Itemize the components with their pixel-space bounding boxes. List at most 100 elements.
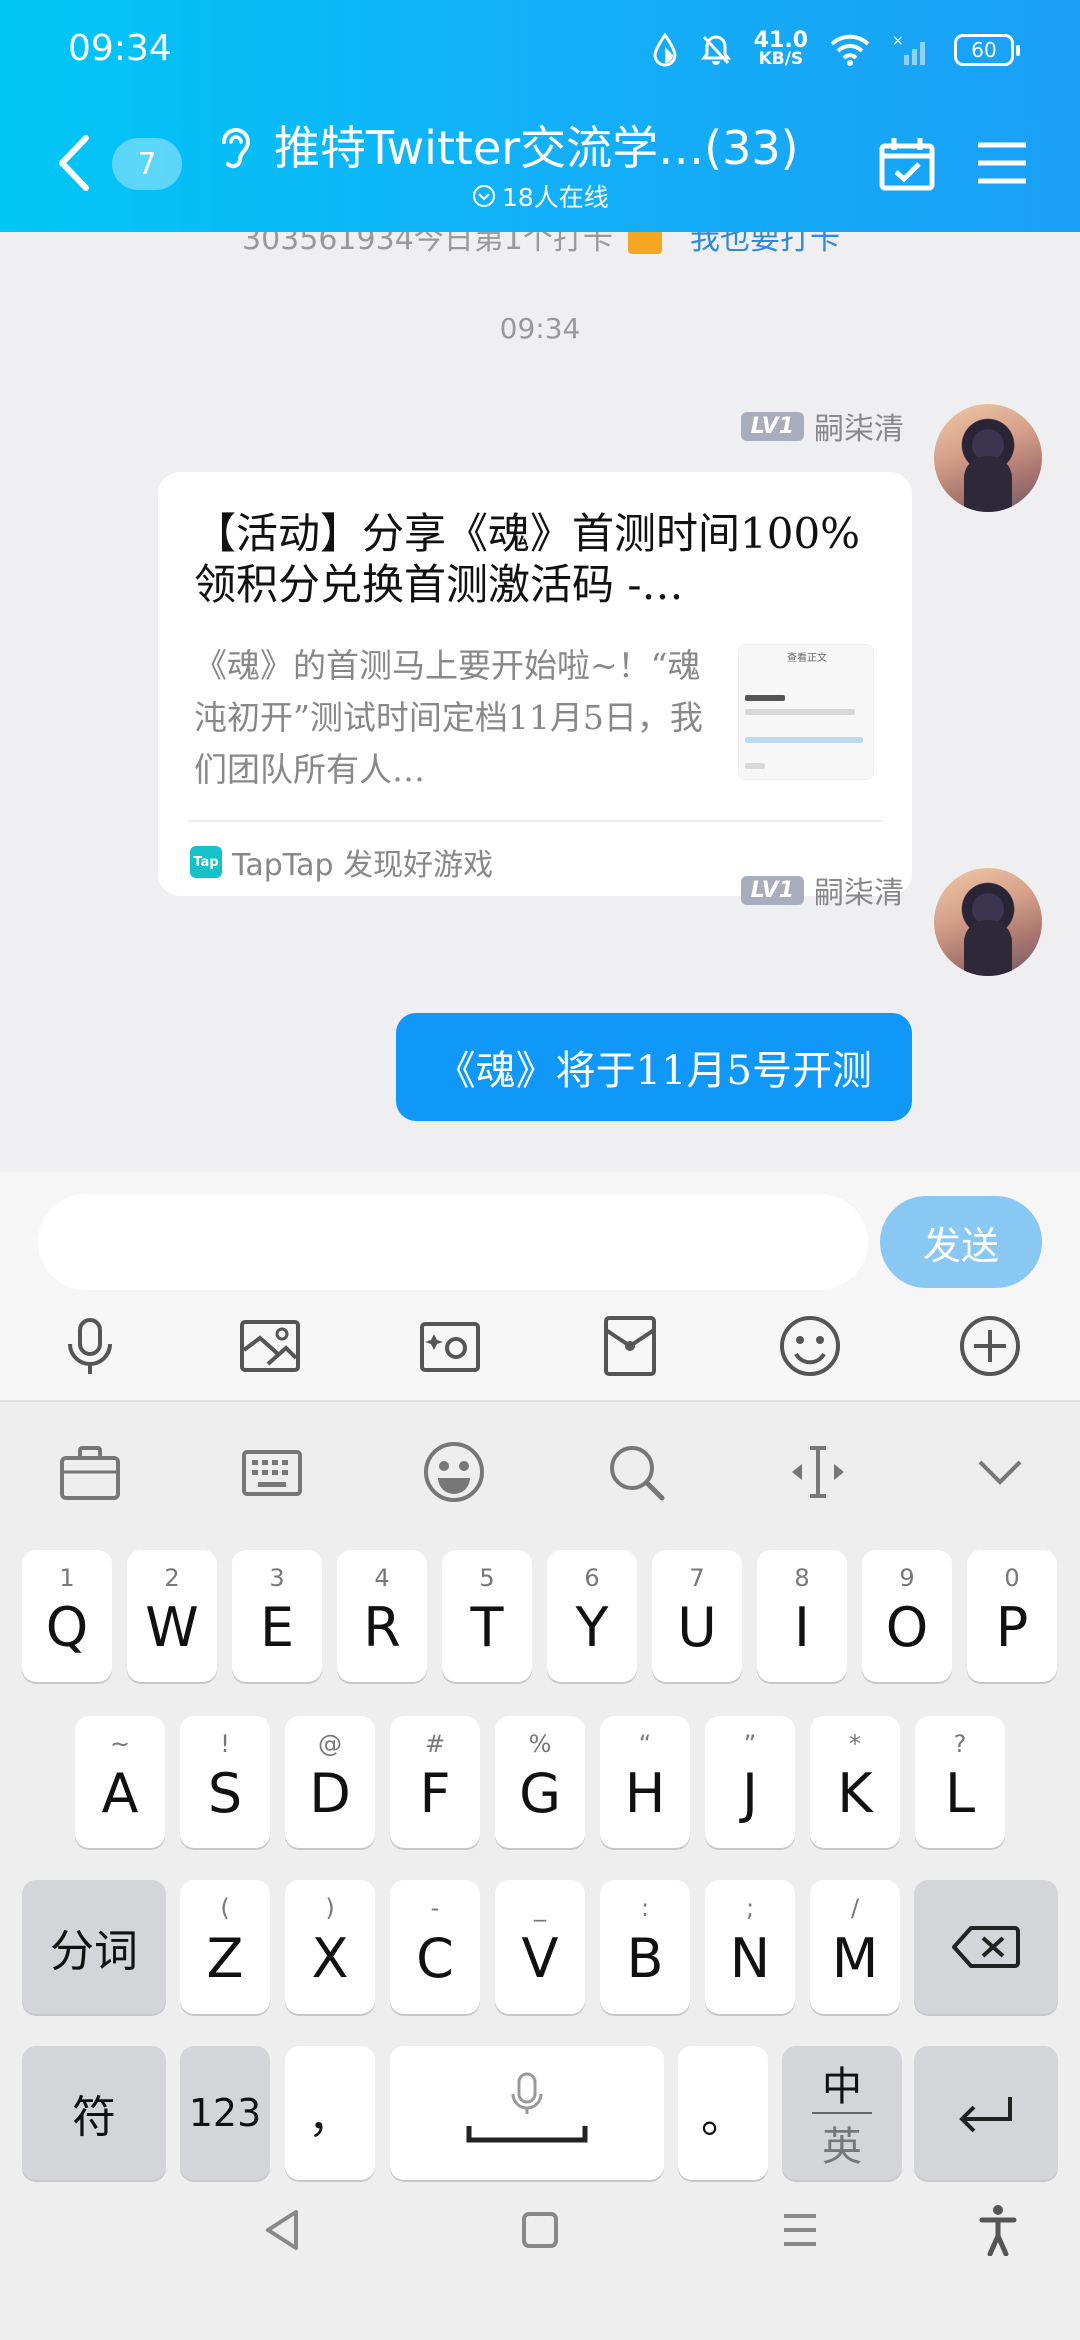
signal-icon: × — [892, 33, 925, 65]
key-b[interactable]: :B — [600, 1880, 690, 2014]
level-badge: LV1 — [740, 875, 804, 905]
sender-row: LV1 嗣柒清 — [740, 404, 904, 448]
status-icons: 41.0 KB/S × 60 — [652, 22, 1020, 78]
language-switch-key[interactable]: 中 英 — [782, 2046, 902, 2180]
space-key[interactable] — [390, 2046, 664, 2180]
unread-badge[interactable]: 7 — [112, 138, 182, 190]
red-packet-icon[interactable] — [598, 1314, 662, 1378]
key-t[interactable]: 5T — [442, 1550, 532, 1682]
mute-bell-icon — [700, 35, 731, 65]
toolbox-icon[interactable] — [58, 1440, 122, 1504]
back-arrow-icon[interactable] — [52, 132, 96, 194]
svg-text:×: × — [892, 33, 904, 49]
send-button[interactable]: 发送 — [880, 1196, 1042, 1288]
key-q[interactable]: 1Q — [22, 1550, 112, 1682]
key-l[interactable]: ? L — [915, 1716, 1005, 1848]
online-status: 18人在线 — [472, 178, 609, 214]
card-description: 《魂》的首测马上要开始啦~！“魂沌初开”测试时间定档11月5日，我们团队所有人… — [194, 646, 703, 789]
check-in-notice: 303561934今日第1个打卡 我也要打卡 — [242, 232, 840, 258]
calendar-check-icon[interactable] — [878, 136, 936, 192]
camera-icon[interactable] — [418, 1314, 482, 1378]
check-in-text: 303561934今日第1个打卡 — [242, 232, 613, 257]
emoji-icon[interactable] — [778, 1314, 842, 1378]
enter-icon — [959, 2097, 1012, 2133]
check-in-link[interactable]: 我也要打卡 — [690, 232, 840, 257]
data-saver-icon — [653, 33, 677, 67]
taptap-logo-icon: Tap — [190, 846, 222, 878]
key-p[interactable]: 0P — [967, 1550, 1057, 1682]
sticker-icon[interactable] — [422, 1440, 486, 1504]
battery-indicator: 60 — [954, 34, 1020, 66]
avatar[interactable] — [934, 868, 1042, 976]
chevron-down-icon[interactable] — [968, 1440, 1032, 1504]
space-mic-icon — [466, 2072, 588, 2143]
plus-circle-icon[interactable] — [958, 1314, 1022, 1378]
key-s[interactable]: ! S — [180, 1716, 270, 1848]
period-key[interactable]: 。 — [678, 2046, 768, 2180]
input-area: 发送 — [0, 1172, 1080, 1400]
key-w[interactable]: 2W — [127, 1550, 217, 1682]
chat-header: 09:34 41.0 KB/S × 60 7 推特Twitter交流学…(33)… — [0, 0, 1080, 232]
symbols-key[interactable]: 符 — [22, 2046, 166, 2180]
numbers-key[interactable]: 123 — [180, 2046, 270, 2180]
accessibility-icon[interactable] — [978, 2204, 1018, 2256]
message-timestamp: 09:34 — [499, 312, 581, 345]
key-e[interactable]: 3E — [232, 1550, 322, 1682]
avatar[interactable] — [934, 404, 1042, 512]
key-h[interactable]: “H — [600, 1716, 690, 1848]
message-input[interactable] — [38, 1194, 868, 1290]
key-y[interactable]: 6Y — [547, 1550, 637, 1682]
status-time: 09:34 — [68, 28, 172, 69]
key-z[interactable]: (Z — [180, 1880, 270, 2014]
key-r[interactable]: 4R — [337, 1550, 427, 1682]
wifi-icon — [830, 34, 870, 66]
backspace-key[interactable] — [914, 1880, 1058, 2014]
key-x[interactable]: ) X — [285, 1880, 375, 2014]
card-source-label: TapTap 发现好游戏 — [232, 848, 494, 883]
key-a[interactable]: ~ A — [75, 1716, 165, 1848]
image-icon[interactable] — [238, 1314, 302, 1378]
key-m[interactable]: / M — [810, 1880, 900, 2014]
sender-name[interactable]: 嗣柒清 — [814, 404, 904, 448]
ear-icon[interactable] — [214, 122, 254, 172]
comma-key[interactable]: ， — [285, 2046, 375, 2180]
keyboard-layout-icon[interactable] — [240, 1440, 304, 1504]
share-card[interactable]: 【活动】分享《魂》首测时间100%领积分兑换首测激活码 -… 《魂》的首测马上要… — [158, 472, 912, 896]
keyboard: 1Q 2W 3E 4R 5T 6Y 7U 8I 9O 0P ~ A ! S @ D #… — [0, 1400, 1080, 2340]
nav-home-icon[interactable] — [520, 2210, 560, 2250]
key-j[interactable]: ” J — [705, 1716, 795, 1848]
cursor-move-icon[interactable] — [786, 1440, 850, 1504]
online-count: 18人在线 — [502, 183, 609, 212]
card-divider — [188, 820, 882, 822]
backspace-icon — [952, 1926, 1020, 1968]
enter-key[interactable] — [914, 2046, 1058, 2180]
key-o[interactable]: 9O — [862, 1550, 952, 1682]
sender-name[interactable]: 嗣柒清 — [814, 868, 904, 912]
card-thumbnail: 查看正文 — [738, 644, 874, 780]
nav-recents-icon[interactable] — [780, 2210, 820, 2250]
key-v[interactable]: _ V — [495, 1880, 585, 2014]
nav-back-icon[interactable] — [262, 2208, 302, 2252]
key-f[interactable]: # F — [390, 1716, 480, 1848]
card-title: 【活动】分享《魂》首测时间100%领积分兑换首测激活码 -… — [194, 509, 861, 609]
sender-row: LV1 嗣柒清 — [740, 868, 904, 912]
key-g[interactable]: % G — [495, 1716, 585, 1848]
network-speed: 41.0 KB/S — [753, 28, 808, 69]
chevron-circle-icon — [473, 185, 495, 207]
microphone-icon[interactable] — [58, 1314, 122, 1378]
level-badge: LV1 — [740, 411, 804, 441]
key-u[interactable]: 7U — [652, 1550, 742, 1682]
message-bubble[interactable]: 《魂》将于11月5号开测 — [395, 1013, 912, 1121]
key-n[interactable]: ; N — [705, 1880, 795, 2014]
menu-icon[interactable] — [976, 140, 1028, 186]
key-k[interactable]: * K — [810, 1716, 900, 1848]
key-d[interactable]: @ D — [285, 1716, 375, 1848]
card-source: Tap TapTap 发现好游戏 — [190, 840, 493, 884]
segment-key[interactable]: 分词 — [22, 1880, 166, 2014]
group-title[interactable]: 推特Twitter交流学…(33) — [274, 112, 799, 178]
search-icon[interactable] — [604, 1440, 668, 1504]
crown-icon — [628, 232, 663, 254]
key-i[interactable]: 8I — [757, 1550, 847, 1682]
chat-area[interactable]: 303561934今日第1个打卡 我也要打卡 09:34 LV1 嗣柒清 【活动… — [0, 232, 1080, 1172]
key-c[interactable]: -C — [390, 1880, 480, 2014]
